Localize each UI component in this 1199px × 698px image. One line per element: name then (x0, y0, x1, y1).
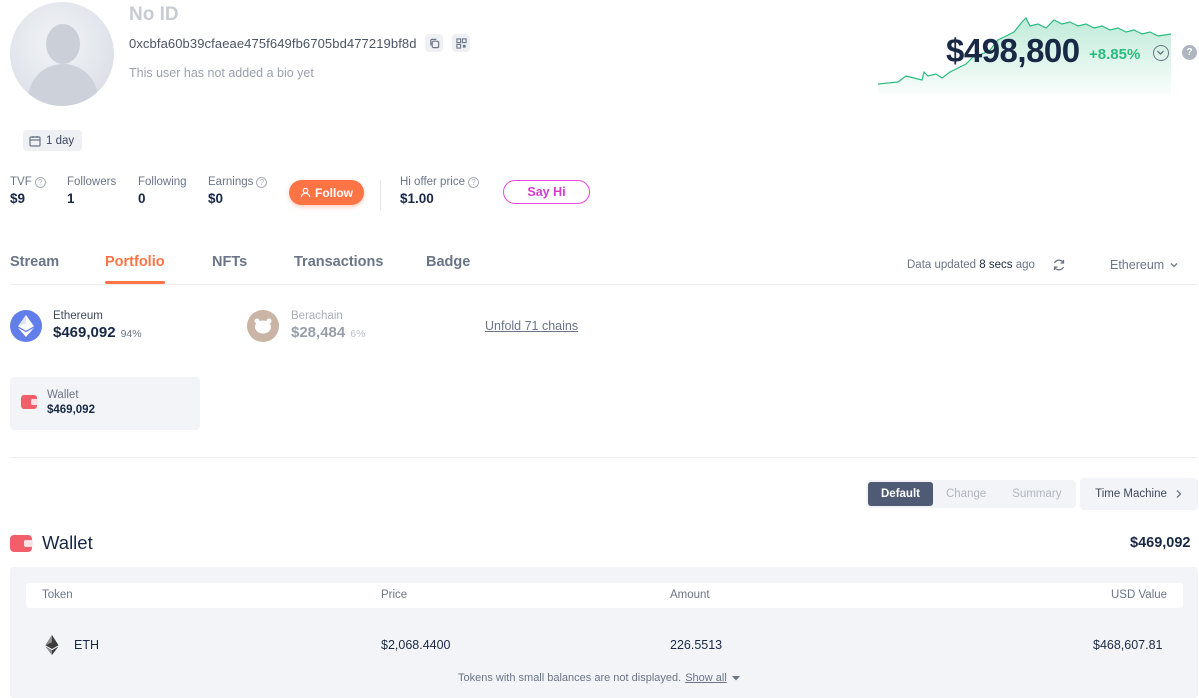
chain-percent: 94% (120, 328, 142, 340)
wallet-title-text: Wallet (42, 532, 93, 553)
stat-followers[interactable]: Followers 1 (67, 176, 116, 206)
chain-percent: 6% (350, 328, 366, 340)
calendar-icon (29, 135, 41, 147)
small-balance-note: Tokens with small balances are not displ… (458, 672, 741, 684)
refresh-icon[interactable] (1052, 258, 1066, 277)
stat-earnings: Earnings? $0 (208, 176, 268, 206)
data-updated-text: Data updated 8 secs ago (907, 259, 1035, 271)
chain-item-ethereum[interactable]: Ethereum $469,092 94% (10, 310, 142, 342)
ethereum-icon (10, 310, 42, 342)
account-age-label: 1 day (46, 134, 75, 147)
token-symbol[interactable]: ETH (74, 638, 99, 652)
section-divider (10, 457, 1198, 458)
stat-followers-label: Followers (67, 176, 117, 188)
stat-tvf-value: $9 (10, 191, 26, 206)
mode-default-button[interactable]: Default (868, 482, 933, 506)
time-machine-label: Time Machine (1095, 488, 1167, 500)
mode-summary-button[interactable]: Summary (999, 482, 1074, 506)
stat-following-value: 0 (138, 191, 146, 206)
token-amount: 226.5513 (670, 638, 723, 652)
profile-bio: This user has not added a bio yet (129, 66, 314, 80)
wallet-icon (10, 534, 33, 552)
chain-selector[interactable]: Ethereum (1110, 258, 1179, 272)
stat-tvf: TVF? $9 (10, 176, 46, 206)
networth-change: +8.85% (1089, 46, 1141, 63)
chain-value: $469,092 (53, 324, 116, 341)
wallet-icon (21, 395, 38, 409)
tab-portfolio[interactable]: Portfolio (105, 254, 165, 270)
column-usd-value: USD Value (1111, 589, 1168, 601)
view-mode-switch: Default Change Summary (866, 480, 1077, 508)
column-token: Token (42, 589, 73, 601)
help-icon[interactable]: ? (34, 176, 46, 188)
help-icon[interactable]: ? (256, 176, 268, 188)
eth-token-icon (42, 634, 62, 656)
stat-followers-value: 1 (67, 191, 75, 206)
wallet-card[interactable]: Wallet $469,092 (10, 377, 200, 430)
tab-badge[interactable]: Badge (426, 254, 470, 270)
column-price: Price (381, 589, 408, 601)
account-age-tag: 1 day (23, 130, 83, 151)
chevron-right-icon (1176, 490, 1182, 498)
show-all-link[interactable]: Show all (685, 672, 727, 684)
follow-label: Follow (315, 185, 353, 200)
time-machine-button[interactable]: Time Machine (1080, 478, 1198, 510)
stat-following-label: Following (138, 176, 187, 188)
updated-prefix: Data updated (907, 259, 977, 271)
copy-icon[interactable] (425, 34, 443, 52)
chain-name: Ethereum (53, 310, 103, 322)
caret-down-icon[interactable] (731, 674, 741, 682)
stat-following[interactable]: Following 0 (138, 176, 187, 206)
chain-item-berachain[interactable]: Berachain $28,484 6% (247, 310, 365, 342)
table-header (26, 583, 1183, 608)
user-icon (300, 187, 311, 198)
tabs-divider (10, 284, 1198, 285)
token-price: $2,068.4400 (381, 638, 451, 652)
footnote-text: Tokens with small balances are not displ… (458, 672, 682, 684)
help-icon[interactable]: ? (1182, 45, 1197, 60)
hi-offer-label: Hi offer price (400, 176, 465, 188)
wallet-address: 0xcbfa60b39cfaeae475f649fb6705bd477219bf… (129, 36, 417, 51)
tab-nfts[interactable]: NFTs (212, 254, 247, 270)
help-icon[interactable]: ? (467, 176, 479, 188)
wallet-total: $469,092 (1130, 535, 1191, 551)
chain-selector-label: Ethereum (1110, 258, 1165, 272)
chain-name: Berachain (291, 310, 343, 322)
networth-value: $498,800 (946, 32, 1080, 69)
bear-icon (247, 310, 279, 342)
hi-offer-value: $1.00 (400, 191, 434, 206)
stat-earnings-label: Earnings (208, 176, 254, 188)
mode-change-button[interactable]: Change (933, 482, 999, 506)
updated-suffix: ago (1015, 259, 1035, 271)
chevron-down-icon[interactable] (1153, 45, 1169, 61)
profile-name: No ID (129, 4, 179, 25)
column-amount: Amount (670, 589, 710, 601)
chevron-down-icon (1170, 263, 1178, 268)
wallet-card-value: $469,092 (47, 404, 95, 416)
tab-stream[interactable]: Stream (10, 254, 59, 270)
stat-hi-offer: Hi offer price? $1.00 (400, 176, 479, 206)
wallet-card-label: Wallet (47, 389, 79, 401)
say-hi-button[interactable]: Say Hi (503, 180, 590, 204)
tab-transactions[interactable]: Transactions (294, 254, 383, 270)
qrcode-icon[interactable] (452, 34, 470, 52)
token-usd-value: $468,607.81 (1093, 638, 1163, 652)
chain-value: $28,484 (291, 324, 346, 341)
avatar (10, 2, 114, 106)
divider (380, 180, 381, 210)
stat-tvf-label: TVF (10, 176, 32, 188)
stat-earnings-value: $0 (208, 191, 224, 206)
unfold-chains-link[interactable]: Unfold 71 chains (485, 319, 578, 333)
updated-time: 8 secs (979, 259, 1013, 271)
wallet-section-title: Wallet (10, 532, 93, 554)
follow-button[interactable]: Follow (289, 180, 364, 205)
